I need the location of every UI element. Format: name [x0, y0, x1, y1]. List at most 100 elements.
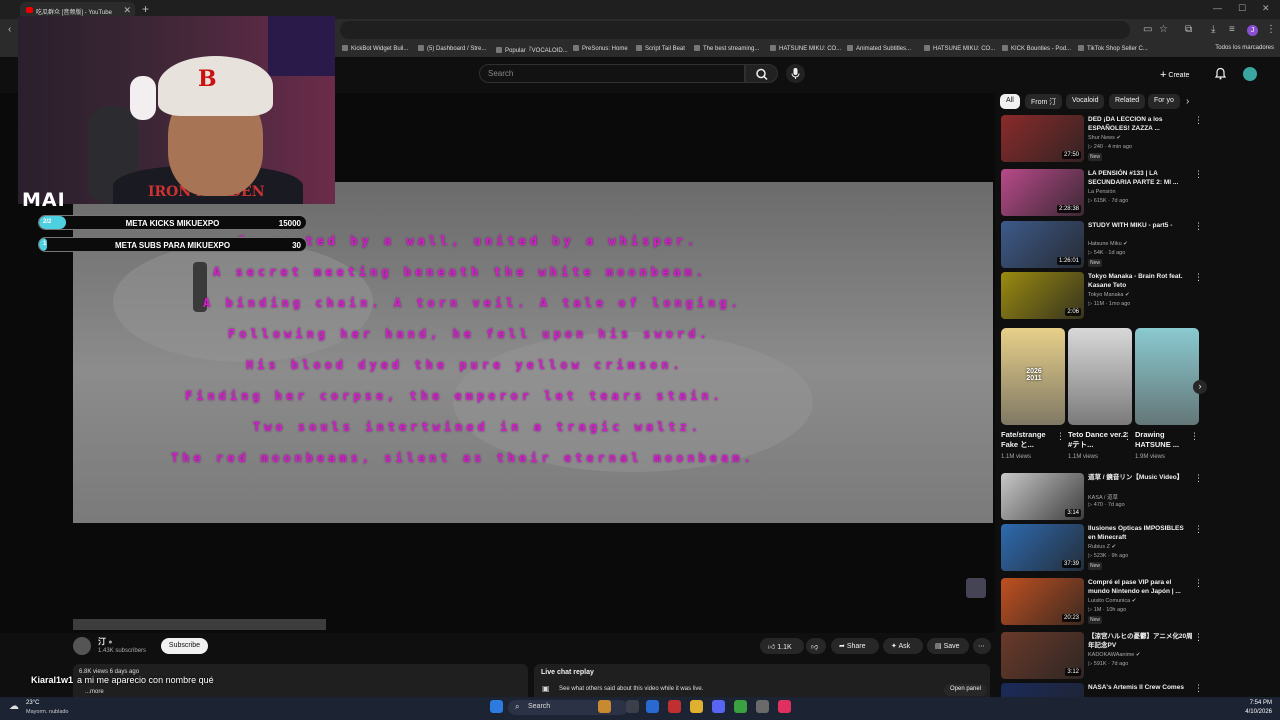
recommendation-thumbnail[interactable]: 20:23: [1001, 578, 1084, 625]
recommendation-channel[interactable]: Luisito Comunica ✔: [1088, 598, 1136, 604]
recommendation-channel[interactable]: Hatsune Miku ✔: [1088, 241, 1128, 247]
weather-description[interactable]: Mayorm. nublado: [26, 709, 69, 715]
address-bar[interactable]: [340, 21, 1130, 39]
minimize-icon[interactable]: —: [1213, 3, 1222, 13]
widgets-icon[interactable]: [598, 700, 611, 713]
all-bookmarks-folder[interactable]: Todos los marcadores: [1215, 45, 1274, 51]
bookmark-item[interactable]: HATSUNE MIKU: CO...: [770, 45, 841, 52]
bookmark-item[interactable]: Animated Subtitles...: [847, 45, 911, 52]
app-icon[interactable]: [668, 700, 681, 713]
description-more-link[interactable]: ...more: [85, 689, 104, 695]
more-options-icon[interactable]: ⋮: [1123, 431, 1132, 442]
chip-for-you[interactable]: For yo: [1148, 94, 1180, 109]
new-tab-icon[interactable]: +: [142, 2, 149, 16]
bookmark-item[interactable]: Popular『VOCALOID...: [496, 45, 568, 54]
bookmark-item[interactable]: Script Tail Beat: [636, 45, 685, 52]
settings-icon[interactable]: [756, 700, 769, 713]
chips-next-icon[interactable]: ›: [1186, 96, 1189, 107]
short-thumbnail[interactable]: 2026 2011: [1001, 328, 1065, 425]
task-view-icon[interactable]: [626, 700, 639, 713]
chrome-icon[interactable]: [734, 700, 747, 713]
dislike-button[interactable]: 👎︎: [806, 638, 826, 654]
more-options-icon[interactable]: ⋮: [1194, 524, 1203, 535]
recommendation-thumbnail[interactable]: 3:12: [1001, 632, 1084, 679]
edge-icon[interactable]: [646, 700, 659, 713]
like-button[interactable]: 👍︎ 1.1K: [760, 638, 804, 654]
recommendation-thumbnail[interactable]: 27:50: [1001, 115, 1084, 162]
more-options-icon[interactable]: ⋮: [1194, 578, 1203, 589]
save-button[interactable]: ▤ Save: [927, 638, 969, 654]
short-thumbnail[interactable]: [1135, 328, 1199, 425]
share-button[interactable]: ➦ Share: [831, 638, 879, 654]
ask-button[interactable]: ✦ Ask: [883, 638, 923, 654]
discord-icon[interactable]: [712, 700, 725, 713]
more-options-icon[interactable]: ⋮: [1194, 221, 1203, 232]
weather-temperature[interactable]: 23°C: [26, 700, 39, 706]
chip-vocaloid[interactable]: Vocaloid: [1066, 94, 1105, 109]
chip-all[interactable]: All: [1000, 94, 1020, 109]
recommendation-title[interactable]: 【涼宮ハルヒの憂鬱】アニメ化20周年記念PV: [1088, 632, 1193, 650]
back-icon[interactable]: ‹: [8, 24, 11, 35]
recommendation-item[interactable]: 37:39 Ilusiones Opticas IMPOSIBLES en Min…: [1001, 524, 1206, 574]
tab-close-icon[interactable]: ✕: [123, 5, 131, 16]
short-title[interactable]: Drawing HATSUNE ...: [1135, 430, 1195, 450]
recommendation-channel[interactable]: Rubius Z ✔: [1088, 544, 1116, 550]
recommendation-thumbnail[interactable]: 1:26:01: [1001, 221, 1084, 268]
account-avatar[interactable]: [1242, 66, 1258, 82]
subscribe-button[interactable]: Subscribe: [161, 638, 208, 654]
channel-watermark-icon[interactable]: [966, 578, 986, 598]
more-options-icon[interactable]: ⋮: [1190, 431, 1199, 442]
more-options-icon[interactable]: ⋮: [1194, 115, 1203, 126]
recommendation-title[interactable]: Compré el pase VIP para el mundo Nintend…: [1088, 578, 1193, 596]
recommendation-channel[interactable]: Tokyo Manaka ✔: [1088, 292, 1130, 298]
browser-menu-icon[interactable]: ⋮: [1266, 24, 1276, 35]
more-options-icon[interactable]: ⋮: [1056, 431, 1065, 442]
recommendation-title[interactable]: Tokyo Manaka - Brain Rot feat. Kasane Te…: [1088, 272, 1193, 290]
bookmark-star-icon[interactable]: ☆: [1159, 24, 1168, 35]
recommendation-item[interactable]: 20:23 Compré el pase VIP para el mundo Ni…: [1001, 578, 1206, 628]
shorts-next-icon[interactable]: ›: [1193, 380, 1207, 394]
voice-search-button[interactable]: [786, 64, 805, 83]
recommendation-item[interactable]: 3:12 【涼宮ハルヒの憂鬱】アニメ化20周年記念PV KADOKAWAanime …: [1001, 632, 1206, 682]
downloads-icon[interactable]: ⤓: [1211, 24, 1215, 35]
cast-icon[interactable]: ▭: [1143, 24, 1152, 35]
window-close-icon[interactable]: ✕: [1262, 3, 1270, 14]
recommendation-channel[interactable]: La Pensión: [1088, 189, 1116, 195]
bookmark-item[interactable]: PreSonus: Home: [573, 45, 628, 52]
recommendation-thumbnail[interactable]: 2:06: [1001, 272, 1084, 319]
recommendation-channel[interactable]: Shur News ✔: [1088, 135, 1121, 141]
system-clock[interactable]: 7:54 PM 4/10/2026: [1245, 699, 1272, 717]
bookmark-item[interactable]: KICK Bounties - Pod...: [1002, 45, 1071, 52]
short-thumbnail[interactable]: [1068, 328, 1132, 425]
channel-avatar[interactable]: [73, 637, 91, 655]
sidebar-icon[interactable]: ≡: [1229, 24, 1235, 35]
bookmark-item[interactable]: KickBot Widget Buil...: [342, 45, 408, 52]
short-title[interactable]: Fate/strange Fake と...: [1001, 430, 1061, 450]
bookmark-item[interactable]: HATSUNE MIKU: CO...: [924, 45, 995, 52]
recommendation-title[interactable]: Ilusiones Opticas IMPOSIBLES en Minecraf…: [1088, 524, 1193, 542]
recommendation-title[interactable]: NASA's Artemis II Crew Comes: [1088, 683, 1193, 692]
bookmark-item[interactable]: The best streaming...: [694, 45, 759, 52]
notifications-button[interactable]: [1214, 67, 1227, 80]
short-title[interactable]: Teto Dance ver.2 #テト...: [1068, 430, 1128, 450]
more-options-icon[interactable]: ⋮: [1194, 683, 1203, 694]
chip-from-channel[interactable]: From 汀: [1025, 94, 1063, 109]
bookmark-item[interactable]: (5) Dashboard / Stre...: [418, 45, 486, 52]
recommendation-item[interactable]: 2:28:38 LA PENSIÓN #133 | LA SECUNDARIA P…: [1001, 169, 1206, 219]
recommendation-channel[interactable]: KADOKAWAanime ✔: [1088, 652, 1141, 658]
more-options-icon[interactable]: ⋮: [1194, 632, 1203, 643]
channel-name[interactable]: 汀 ●: [98, 636, 112, 647]
recommendation-title[interactable]: 道草 / 鏡音リン【Music Video】: [1088, 473, 1193, 482]
maximize-icon[interactable]: ☐: [1238, 3, 1246, 14]
bookmark-item[interactable]: TikTok Shop Seller C...: [1078, 45, 1148, 52]
recommendation-title[interactable]: DED ¡DA LECCION a los ESPAÑOLES! ZAZZA .…: [1088, 115, 1193, 133]
recommendation-title[interactable]: STUDY WITH MIKU - part5 -: [1088, 221, 1193, 230]
recommendation-title[interactable]: LA PENSIÓN #133 | LA SECUNDARIA PARTE 2:…: [1088, 169, 1193, 187]
search-input[interactable]: Search: [479, 64, 745, 83]
recommendation-channel[interactable]: KASA / 道草: [1088, 493, 1118, 501]
file-explorer-icon[interactable]: [690, 700, 703, 713]
chip-related[interactable]: Related: [1109, 94, 1146, 109]
recommendation-item[interactable]: 2:06 Tokyo Manaka - Brain Rot feat. Kasan…: [1001, 272, 1206, 322]
search-button[interactable]: [745, 64, 778, 83]
more-actions-button[interactable]: ⋯: [973, 638, 991, 654]
